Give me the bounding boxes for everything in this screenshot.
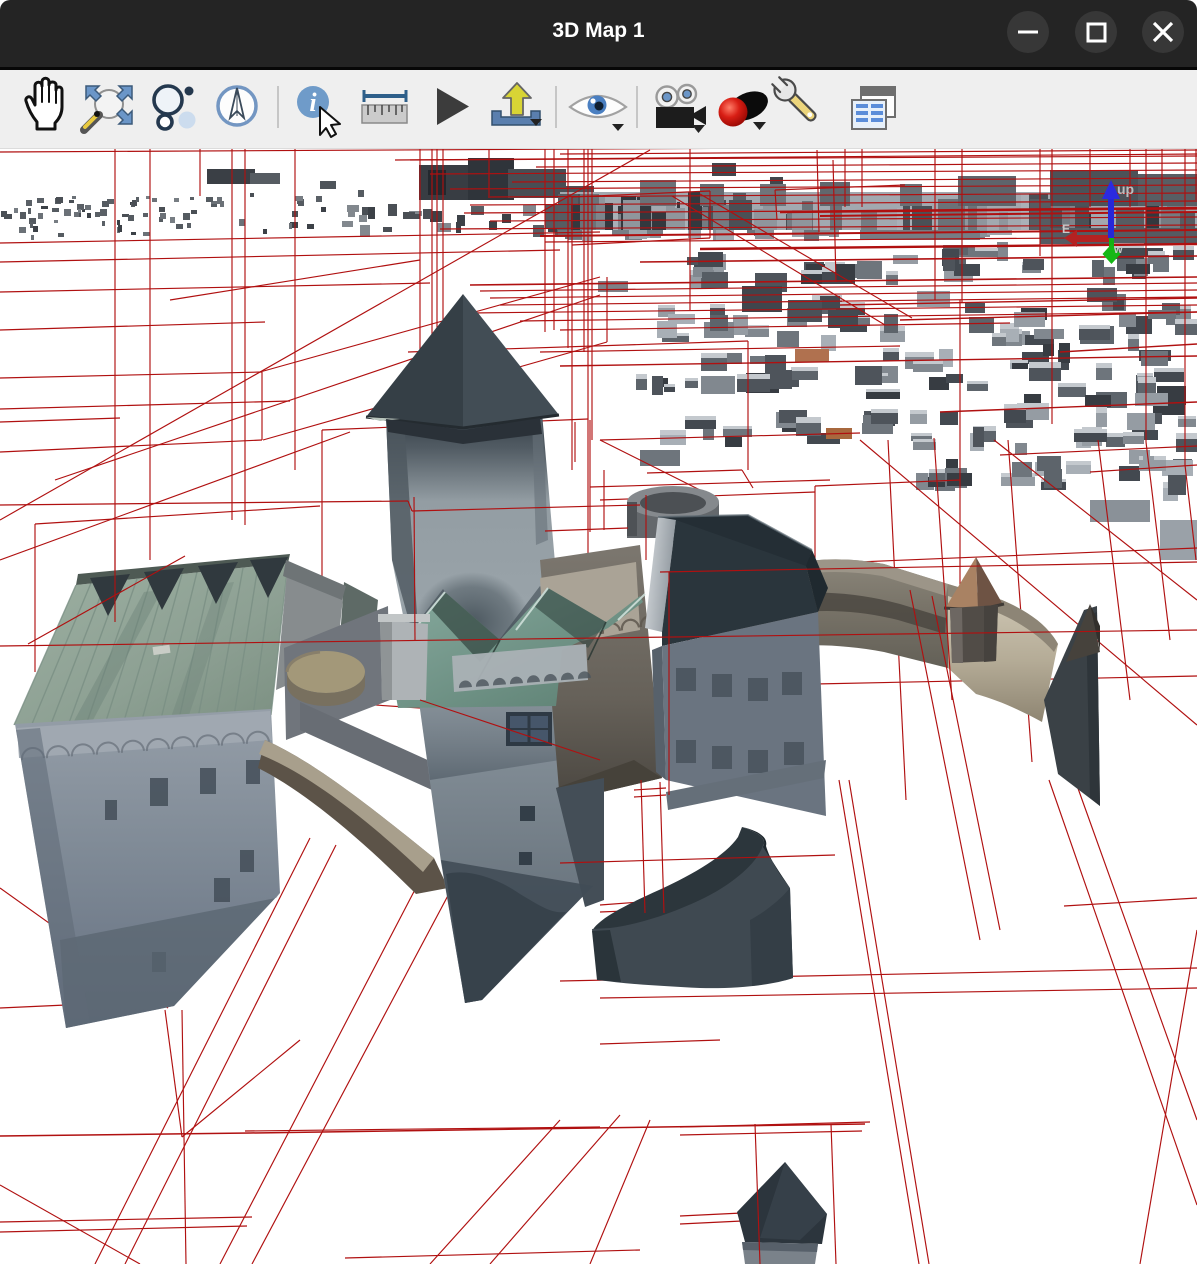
svg-text:w: w <box>1113 244 1123 256</box>
svg-text:E: E <box>1062 222 1070 236</box>
svg-text:up: up <box>1117 181 1134 197</box>
svg-text:i: i <box>309 88 317 117</box>
